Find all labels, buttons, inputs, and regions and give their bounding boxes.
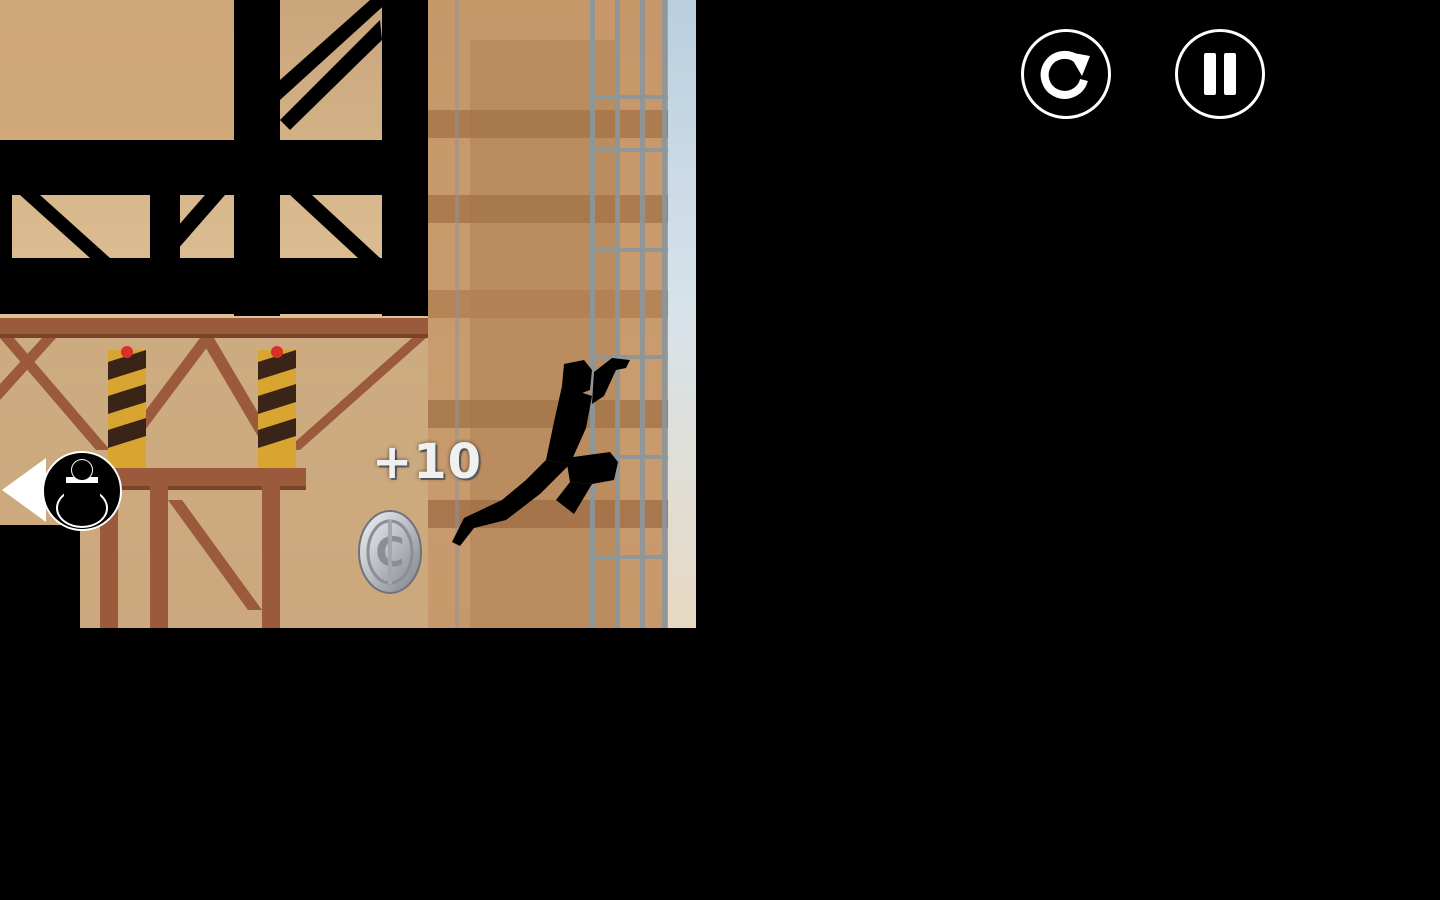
scaffold-rail bbox=[590, 148, 668, 152]
scaffold-rail bbox=[590, 248, 668, 252]
runner-silhouette bbox=[452, 358, 630, 546]
foreground-girders bbox=[0, 0, 428, 316]
game-stage[interactable]: C +10 bbox=[0, 0, 1440, 900]
chaser-indicator-icon bbox=[2, 451, 122, 531]
restart-icon bbox=[1040, 50, 1090, 99]
pause-button[interactable] bbox=[1175, 29, 1265, 119]
background-floor bbox=[428, 195, 668, 223]
foreground-obstacle bbox=[0, 525, 80, 628]
hazard-post bbox=[258, 346, 296, 470]
scaffold-rail bbox=[590, 555, 668, 559]
sky bbox=[668, 0, 696, 628]
ground-silhouette bbox=[0, 628, 696, 900]
restart-button[interactable] bbox=[1021, 29, 1111, 119]
coin-icon: C bbox=[358, 510, 422, 594]
background-floor bbox=[428, 110, 668, 138]
pause-icon bbox=[1204, 53, 1236, 95]
scaffold-rail bbox=[590, 95, 668, 99]
background-floor bbox=[428, 290, 668, 318]
